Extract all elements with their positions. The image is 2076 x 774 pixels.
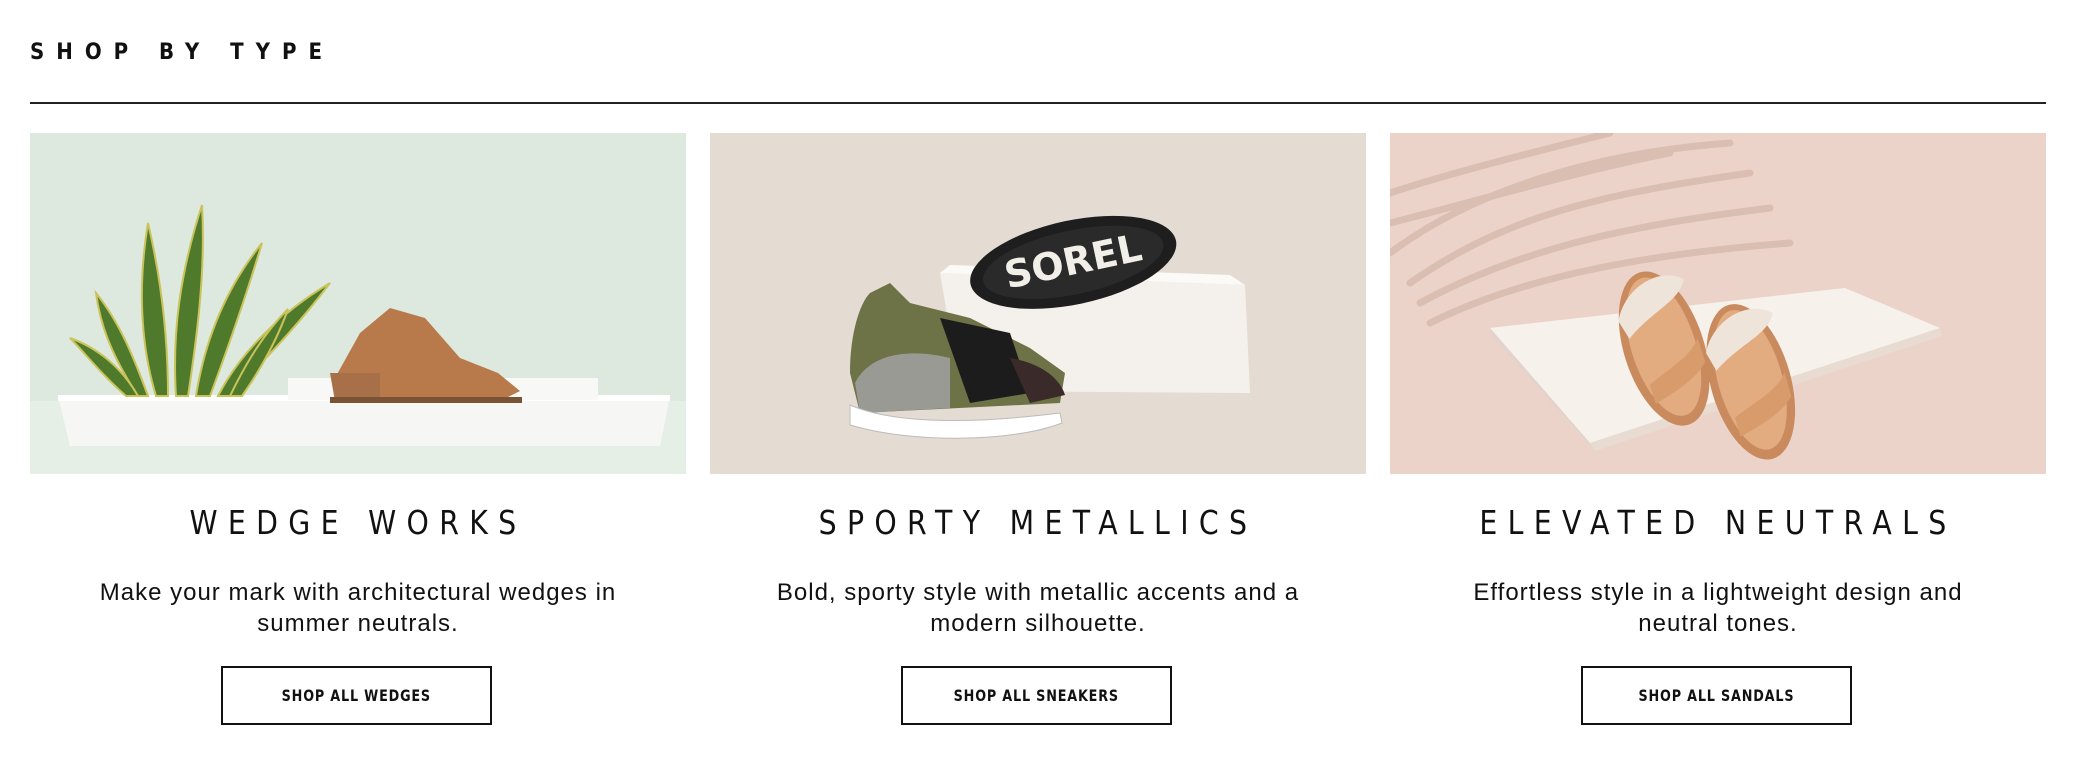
section-divider — [30, 102, 2046, 104]
shop-by-type-section: SHOP BY TYPE WEDGE WORKS Make your mark … — [0, 0, 2076, 774]
button-label: SHOP ALL SANDALS — [1638, 686, 1795, 705]
card-description: Bold, sporty style with metallic accents… — [776, 579, 1300, 637]
button-label: SHOP ALL WEDGES — [281, 686, 432, 705]
section-title: SHOP BY TYPE — [30, 40, 334, 65]
card-title: SPORTY METALLICS — [818, 503, 1258, 542]
category-card-sandals: ELEVATED NEUTRALS Effortless style in a … — [1390, 133, 2046, 753]
card-description: Make your mark with architectural wedges… — [99, 579, 617, 637]
category-card-wedges: WEDGE WORKS Make your mark with architec… — [30, 133, 686, 753]
category-cards: WEDGE WORKS Make your mark with architec… — [30, 133, 2046, 753]
button-label: SHOP ALL SNEAKERS — [953, 686, 1120, 705]
shop-all-wedges-button[interactable]: SHOP ALL WEDGES — [221, 666, 492, 725]
shop-all-sneakers-button[interactable]: SHOP ALL SNEAKERS — [901, 666, 1172, 725]
neutral-sandals-image[interactable] — [1390, 133, 2046, 474]
card-description: Effortless style in a lightweight design… — [1473, 579, 1963, 637]
metallic-sneakers-image[interactable]: SOREL — [710, 133, 1366, 474]
shop-all-sandals-button[interactable]: SHOP ALL SANDALS — [1581, 666, 1852, 725]
wedge-sandal-image[interactable] — [30, 133, 686, 474]
card-title: ELEVATED NEUTRALS — [1479, 503, 1957, 542]
card-title: WEDGE WORKS — [189, 503, 527, 542]
category-card-sneakers: SOREL SPORTY METALLICS Bold, sporty styl… — [710, 133, 1366, 753]
